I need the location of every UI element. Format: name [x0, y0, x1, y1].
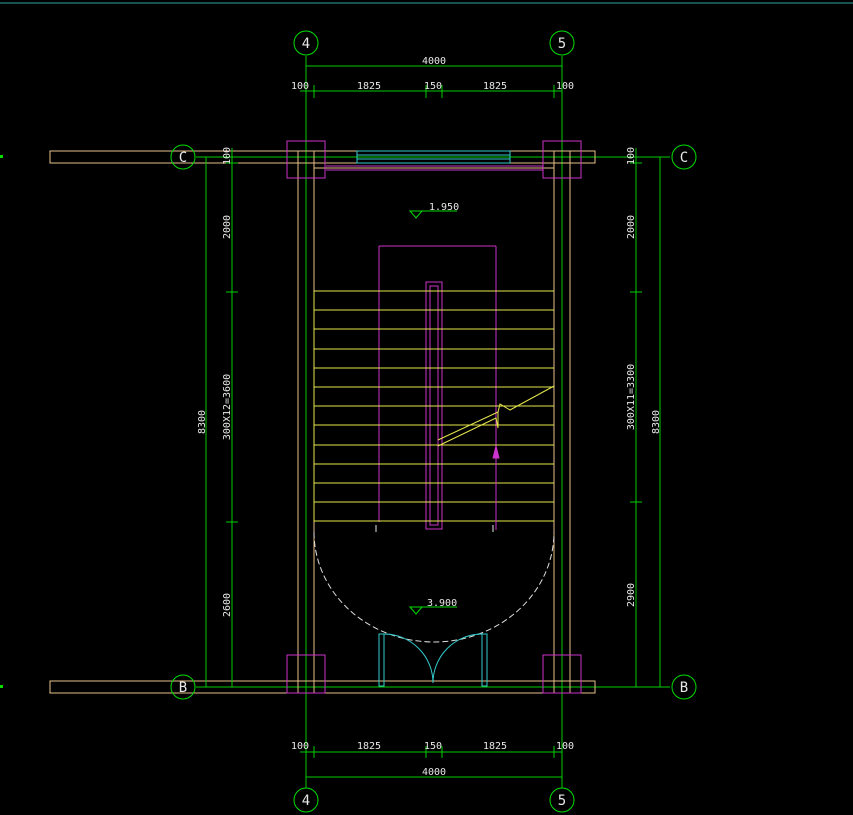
right-dim-4: 2900: [626, 583, 637, 607]
stair-treads: [313, 290, 554, 522]
landing-arc: [313, 531, 555, 643]
level-marker-lower: 3.900: [408, 598, 457, 615]
right-total-dim: 8300: [651, 410, 662, 434]
edge-ticks: [0, 155, 3, 688]
left-dim-3: 300X12=3600: [222, 374, 233, 440]
axis-5-top: 5: [558, 36, 566, 52]
door: [378, 633, 488, 687]
right-dim-3: 300X11=3300: [626, 364, 637, 430]
bottom-total-dim: 4000: [422, 767, 446, 778]
top-dim-5: 100: [556, 81, 574, 92]
columns: [286, 140, 582, 694]
axis-c-left: C: [179, 150, 187, 166]
up-arrow: [492, 445, 500, 530]
left-dim-1: 100: [222, 147, 233, 165]
level-marker-upper: 1.950: [408, 202, 459, 219]
bottom-dim-3: 150: [424, 741, 442, 752]
stair-plan-drawing: 1.950 3.900 4000 100 1825 150 1825 100 1…: [0, 2, 853, 813]
level-lower-label: 3.900: [427, 598, 457, 609]
top-dim-1: 100: [291, 81, 309, 92]
left-total-dim: 8300: [197, 410, 208, 434]
bottom-dim-2: 1825: [357, 741, 381, 752]
left-dim-2: 2000: [222, 215, 233, 239]
axis-4-bottom: 4: [302, 793, 310, 809]
axis-bubbles: [170, 30, 697, 813]
axis-5-bottom: 5: [558, 793, 566, 809]
walls: [49, 150, 596, 694]
top-dim-4: 1825: [483, 81, 507, 92]
right-dim-1: 100: [626, 147, 637, 165]
level-upper-label: 1.950: [429, 202, 459, 213]
bottom-dim-4: 1825: [483, 741, 507, 752]
left-dim-4: 2600: [222, 593, 233, 617]
top-total-dim: 4000: [422, 56, 446, 67]
bottom-dim-1: 100: [291, 741, 309, 752]
bottom-dim-5: 100: [556, 741, 574, 752]
axis-b-left: B: [179, 680, 187, 696]
top-dim-3: 150: [424, 81, 442, 92]
right-dim-2: 2000: [626, 215, 637, 239]
axis-4-top: 4: [302, 36, 310, 52]
top-dim-2: 1825: [357, 81, 381, 92]
axis-b-right: B: [680, 680, 688, 696]
axis-c-right: C: [680, 150, 688, 166]
